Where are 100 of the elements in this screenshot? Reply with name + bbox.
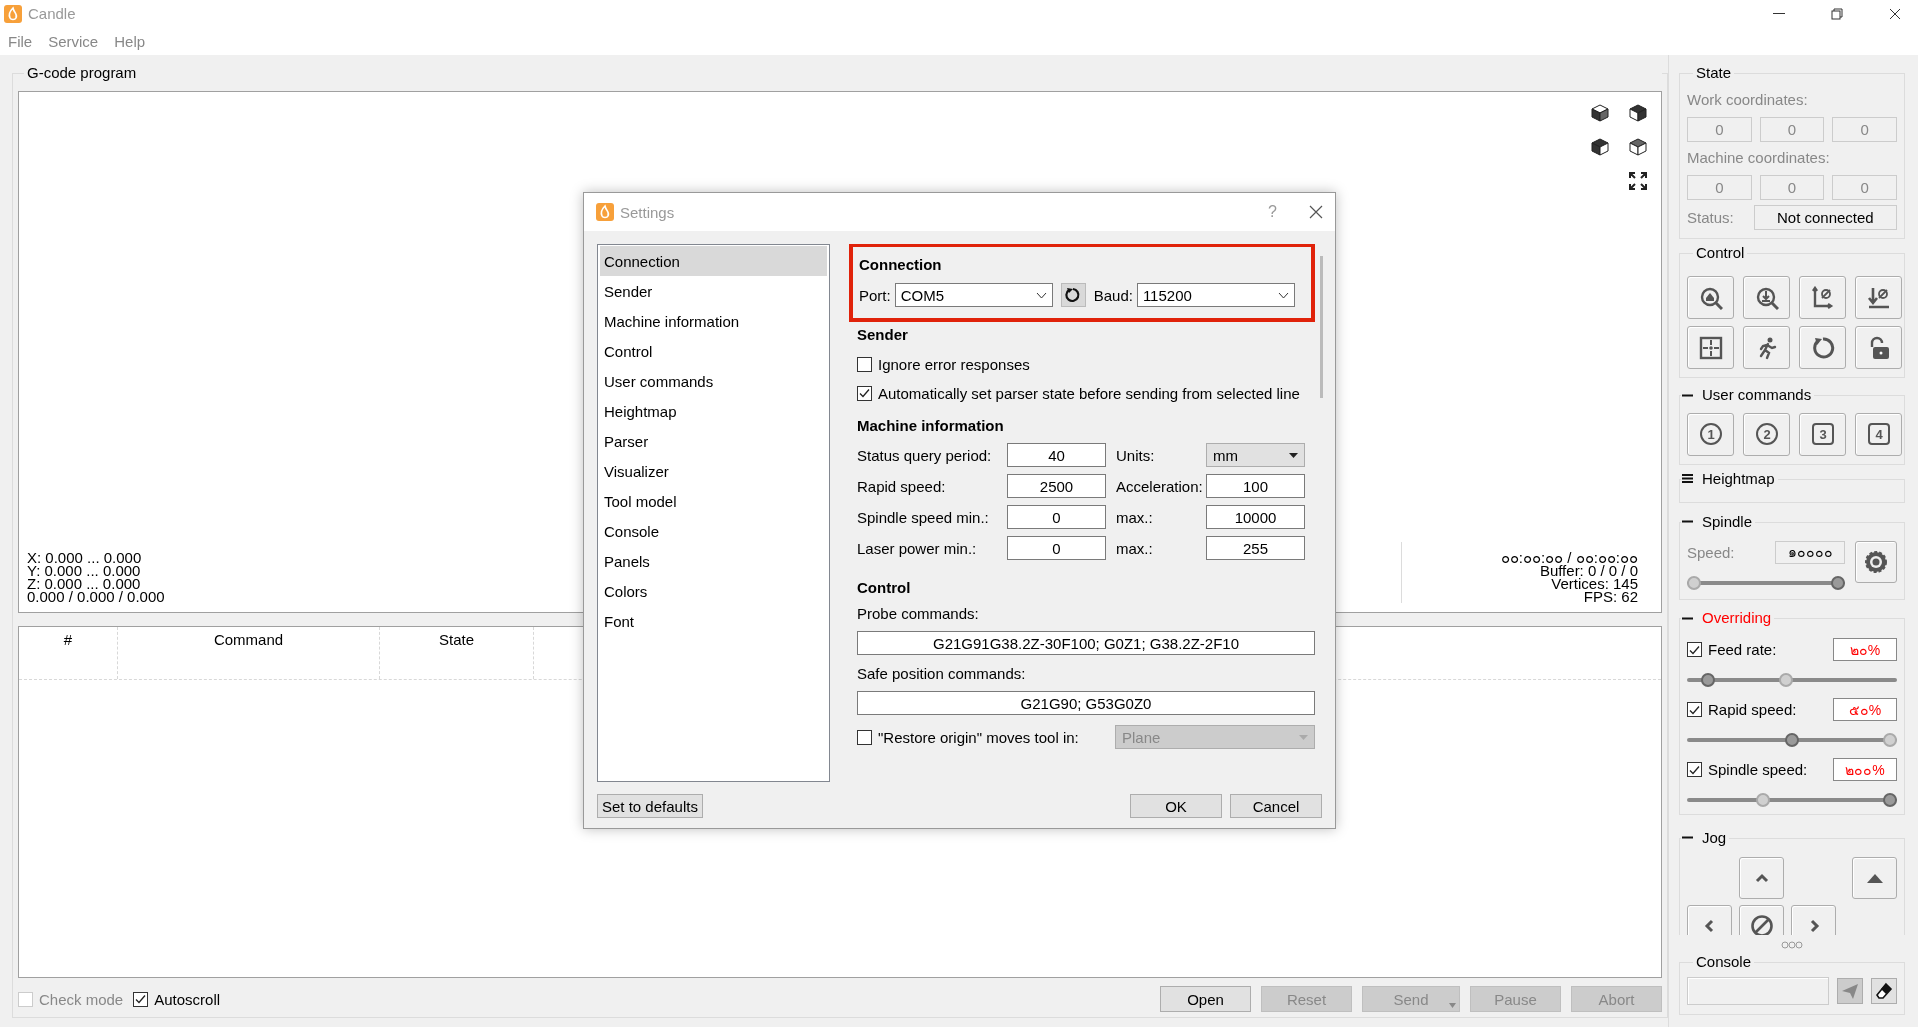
number-field[interactable]: 0 [1007,536,1106,560]
dropdown[interactable]: mm [1206,443,1305,467]
nav-item[interactable]: Machine information [600,306,827,336]
close-icon [1309,205,1323,219]
spindle-button[interactable] [1855,541,1897,583]
probe-button[interactable] [1743,276,1790,319]
slider-thumb[interactable] [1687,576,1701,590]
user-command-button[interactable]: 1 [1687,412,1734,456]
nav-item[interactable]: User commands [600,366,827,396]
slider[interactable] [1687,731,1897,748]
percent-field[interactable]: ๒๐% [1833,638,1897,661]
user-command-button[interactable]: 4 [1855,412,1902,456]
dropdown[interactable]: 115200 [1136,283,1295,307]
zero-z-button[interactable] [1855,276,1902,319]
percent-field[interactable]: ๒๐๐% [1833,758,1897,781]
nav-item[interactable]: Console [600,516,827,546]
nav-item[interactable]: Connection [600,246,827,276]
command-field[interactable] [1687,977,1829,1005]
coordinate-field: 0 [1832,175,1897,200]
menu-item[interactable]: File [8,32,33,50]
menu-icon[interactable] [1681,472,1694,485]
slider-thumb[interactable] [1755,792,1770,807]
stop-button[interactable] [1739,905,1784,935]
toolbar-button[interactable]: Open [1160,986,1251,1012]
section-title[interactable]: Spindle [1702,512,1753,531]
number-field[interactable]: 100 [1206,474,1305,498]
splitter-handle-icon [1781,941,1803,949]
user-command-button[interactable]: 3 [1799,412,1846,456]
check-icon [1688,643,1701,656]
field-label: Port: [859,286,891,304]
reset-button[interactable] [1799,326,1846,369]
check-icon [1688,703,1701,716]
slider[interactable] [1687,791,1897,808]
section-heading: Sender [857,326,909,344]
checkbox[interactable] [133,991,149,1007]
ok-button[interactable]: OK [1130,794,1222,818]
nav-item[interactable]: Panels [600,546,827,576]
checkbox[interactable] [857,385,872,401]
section-title[interactable]: User commands [1702,386,1812,404]
unlock-button[interactable] [1855,326,1902,369]
number-field[interactable]: 40 [1007,443,1106,467]
number-field[interactable]: 0 [1007,505,1106,529]
section-title[interactable]: Heightmap [1702,469,1775,488]
nav-item[interactable]: Heightmap [600,396,827,426]
nav-item[interactable]: Tool model [600,486,827,516]
home-button[interactable] [1687,276,1734,319]
menu-item[interactable]: Help [114,32,146,50]
zero-xy-button[interactable] [1799,276,1846,319]
number-icon: 2 [1754,422,1779,446]
menu-item[interactable]: Service [48,32,99,50]
bounds-text: 0.000 / 0.000 / 0.000 [27,590,165,603]
field-label: Probe commands: [857,605,980,623]
field-label: Rapid speed: [857,477,947,495]
nav-item[interactable]: Colors [600,576,827,606]
stats-text: ๐๐:๐๐:๐๐ / ๐๐:๐๐:๐๐ [1500,551,1638,564]
run-button[interactable] [1743,326,1790,369]
nav-item[interactable]: Parser [600,426,827,456]
slider-thumb[interactable] [1883,792,1897,807]
number-field[interactable]: 10000 [1206,505,1305,529]
nav-item[interactable]: Sender [600,276,827,306]
slider-thumb[interactable] [1883,732,1897,747]
field-label: max.: [1115,539,1154,557]
clear-button[interactable] [1871,978,1897,1004]
section-title[interactable]: Overriding [1702,609,1772,627]
slider-thumb[interactable] [1700,672,1715,687]
checkbox[interactable] [1687,762,1702,777]
nav-item[interactable]: Control [600,336,827,366]
chevron-icon [1277,291,1289,299]
slider[interactable] [1687,671,1897,688]
command-field[interactable]: G21G90; G53G0Z0 [857,691,1315,715]
slider-thumb[interactable] [1831,576,1845,590]
cancel-button[interactable]: Cancel [1230,794,1322,818]
slider-thumb[interactable] [1785,732,1799,747]
command-field[interactable]: G21G91G38.2Z-30F100; G0Z1; G38.2Z-2F10 [857,631,1315,655]
close-button[interactable] [1309,205,1323,219]
defaults-button[interactable]: Set to defaults [597,794,703,818]
jog-right-button[interactable] [1791,905,1836,935]
number-field[interactable]: 255 [1206,536,1305,560]
checkbox[interactable] [857,356,872,372]
probe-search-icon [1754,285,1779,310]
refresh-button[interactable] [1060,283,1086,307]
nav-item[interactable]: Font [600,606,827,636]
section-title[interactable]: Jog [1702,828,1727,847]
jog-up-button[interactable] [1739,857,1784,899]
slider[interactable] [1687,575,1845,591]
z-up-button[interactable] [1852,857,1897,899]
target-button[interactable] [1687,326,1734,369]
user-command-button[interactable]: 2 [1743,412,1790,456]
slider-thumb[interactable] [1779,672,1794,687]
scrollbar[interactable] [1320,256,1323,398]
checkbox[interactable] [1687,642,1702,657]
cube-icon [1590,137,1610,157]
dropdown[interactable]: COM5 [894,283,1053,307]
percent-field[interactable]: ๕๐% [1833,698,1897,721]
nav-item[interactable]: Visualizer [600,456,827,486]
checkbox[interactable] [857,729,872,745]
checkbox[interactable] [1687,702,1702,717]
field-label: Speed: [1687,543,1735,561]
number-field[interactable]: 2500 [1007,474,1106,498]
jog-left-button[interactable] [1687,905,1732,935]
